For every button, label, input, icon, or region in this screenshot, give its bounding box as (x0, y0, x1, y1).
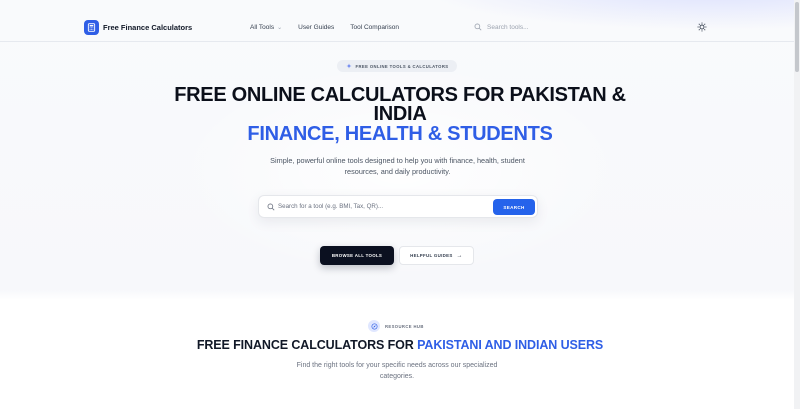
browse-all-tools-button[interactable]: BROWSE ALL TOOLS (320, 246, 394, 265)
nav-user-guides-label: User Guides (298, 24, 335, 31)
hero-subtitle: FINANCE, HEALTH & STUDENTS (247, 123, 553, 145)
search-button[interactable]: SEARCH (493, 199, 535, 215)
search-icon (474, 23, 482, 31)
search-icon (267, 203, 275, 211)
header-search-input[interactable]: Search tools... (474, 23, 529, 31)
resources-title-main: FREE FINANCE CALCULATORS FOR (196, 338, 414, 352)
nav-tool-comparison-label: Tool Comparison (350, 24, 400, 31)
hero-badge: FREE ONLINE TOOLS & CALCULATORS (337, 60, 457, 72)
resource-hub-label: RESOURCE HUB (385, 323, 424, 329)
compass-icon (368, 320, 380, 332)
brand-logo[interactable]: Free Finance Calculators (84, 20, 192, 35)
resources-description: Find the right tools for your specific n… (296, 362, 498, 380)
calculator-icon (84, 20, 99, 35)
scrollbar-thumb[interactable] (795, 2, 799, 72)
chevron-down-icon: ⌄ (277, 25, 283, 31)
resources-title: FREE FINANCE CALCULATORS FOR PAKISTANI A… (150, 338, 650, 352)
page: Free Finance Calculators All Tools ⌄ Use… (0, 0, 800, 409)
site-header: Free Finance Calculators All Tools ⌄ Use… (0, 14, 794, 42)
helpful-guides-button[interactable]: HELPFUL GUIDES → (399, 246, 474, 265)
helpful-guides-label: HELPFUL GUIDES (410, 253, 453, 258)
browse-all-tools-label: BROWSE ALL TOOLS (331, 253, 383, 258)
hero-badge-label: FREE ONLINE TOOLS & CALCULATORS (355, 63, 449, 69)
header-search-placeholder: Search tools... (487, 23, 529, 31)
resources-title-accent: PAKISTANI AND INDIAN USERS (417, 338, 604, 352)
nav-tool-comparison[interactable]: Tool Comparison (350, 24, 399, 31)
nav-all-tools-label: All Tools (250, 24, 275, 31)
hero-search-bar: Search for a tool (e.g. BMI, Tax, QR)...… (258, 195, 538, 218)
hero-search-input[interactable]: Search for a tool (e.g. BMI, Tax, QR)... (278, 203, 383, 210)
nav-user-guides[interactable]: User Guides (298, 24, 334, 31)
arrow-right-icon: → (456, 252, 463, 259)
brand-name: Free Finance Calculators (103, 23, 193, 32)
main-nav: All Tools ⌄ User Guides Tool Comparison (250, 24, 399, 31)
hero-description: Simple, powerful online tools designed t… (270, 156, 525, 176)
sun-icon[interactable] (697, 22, 707, 32)
hero-title: FREE ONLINE CALCULATORS FOR PAKISTAN & I… (174, 84, 626, 125)
page-scrollbar[interactable] (794, 0, 800, 409)
resource-hub-badge: RESOURCE HUB (368, 320, 424, 332)
sparkle-icon (346, 63, 352, 69)
nav-all-tools[interactable]: All Tools ⌄ (250, 24, 282, 31)
